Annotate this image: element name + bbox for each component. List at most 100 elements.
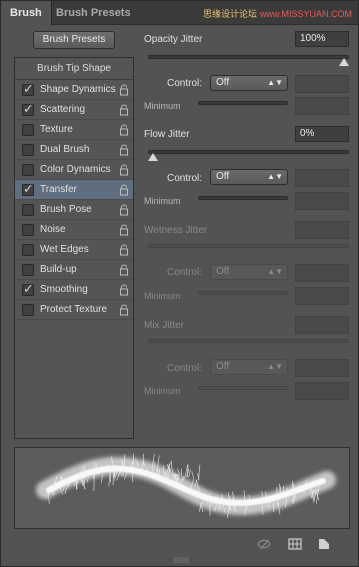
list-item-label: Texture — [40, 124, 73, 135]
mix-minimum-label: Minimum — [144, 386, 181, 396]
flow-minimum-value[interactable] — [295, 192, 349, 210]
opacity-control-select[interactable]: Off ▲▼ — [210, 75, 288, 91]
lock-icon[interactable] — [119, 244, 129, 256]
wetness-jitter-value — [295, 221, 349, 239]
checkbox[interactable]: ✓ — [22, 81, 34, 96]
brush-hair — [170, 460, 173, 473]
list-item-label: Wet Edges — [40, 244, 89, 255]
list-item-label: Brush Pose — [40, 204, 92, 215]
flow-jitter-value[interactable]: 0% — [295, 126, 349, 142]
list-item-dual-brush[interactable]: Dual Brush — [15, 140, 133, 160]
eye-toggle-icon[interactable] — [257, 537, 271, 551]
checkbox[interactable] — [22, 264, 34, 276]
brush-stroke-image — [36, 453, 336, 519]
checkbox[interactable] — [22, 304, 34, 316]
wetness-minimum-value — [295, 287, 349, 305]
list-item-brush-pose[interactable]: Brush Pose — [15, 200, 133, 220]
lock-icon[interactable] — [119, 224, 129, 236]
wetness-control-empty-box — [295, 264, 349, 282]
lock-icon[interactable] — [119, 204, 129, 216]
wetness-control-value: Off — [216, 266, 230, 277]
checkbox[interactable] — [22, 164, 34, 176]
wetness-jitter-label: Wetness Jitter — [144, 225, 208, 236]
checkbox[interactable]: ✓ — [22, 181, 34, 196]
flow-minimum-label: Minimum — [144, 196, 181, 206]
flow-minimum-slider[interactable] — [198, 196, 288, 200]
brush-hair — [177, 468, 181, 476]
watermark-url: www.MISSYUAN.COM — [259, 9, 352, 19]
chevron-updown-icon: ▲▼ — [267, 267, 283, 276]
list-item-build-up[interactable]: Build-up — [15, 260, 133, 280]
list-item-protect-texture[interactable]: Protect Texture — [15, 300, 133, 320]
lock-icon[interactable] — [119, 184, 129, 196]
list-item-scattering[interactable]: ✓ Scattering — [15, 100, 133, 120]
checkbox[interactable]: ✓ — [22, 101, 34, 116]
lock-icon[interactable] — [119, 124, 129, 136]
list-item-label: Dual Brush — [40, 144, 90, 155]
tab-brush[interactable]: Brush — [1, 1, 52, 26]
mix-control-select: Off ▲▼ — [210, 359, 288, 375]
flow-control-select[interactable]: Off ▲▼ — [210, 169, 288, 185]
list-item-label: Transfer — [40, 184, 77, 195]
mix-control-label: Control: — [167, 363, 203, 374]
wetness-jitter-slider — [148, 244, 349, 248]
opacity-jitter-value[interactable]: 100% — [295, 31, 349, 47]
list-item-color-dynamics[interactable]: Color Dynamics — [15, 160, 133, 180]
resize-grip-icon[interactable] — [173, 557, 189, 563]
lock-icon[interactable] — [119, 284, 129, 296]
lock-icon[interactable] — [119, 144, 129, 156]
checkbox[interactable] — [22, 204, 34, 216]
list-item-brush-tip-shape[interactable]: Brush Tip Shape — [15, 58, 133, 80]
lock-icon[interactable] — [119, 164, 129, 176]
checkbox[interactable] — [22, 224, 34, 236]
list-item-shape-dynamics[interactable]: ✓ Shape Dynamics — [15, 80, 133, 100]
list-item-label: Protect Texture — [40, 304, 108, 315]
checkbox[interactable] — [22, 144, 34, 156]
mix-minimum-value — [295, 382, 349, 400]
opacity-minimum-slider[interactable] — [198, 101, 288, 105]
lock-icon[interactable] — [119, 264, 129, 276]
lock-icon[interactable] — [119, 104, 129, 116]
opacity-minimum-value[interactable] — [295, 97, 349, 115]
checkmark-icon: ✓ — [23, 81, 34, 96]
mix-control-empty-box — [295, 359, 349, 377]
checkbox[interactable]: ✓ — [22, 281, 34, 296]
brush-presets-button[interactable]: Brush Presets — [33, 31, 115, 49]
lock-icon[interactable] — [119, 84, 129, 96]
flow-jitter-slider[interactable] — [148, 150, 349, 154]
wetness-control-label: Control: — [167, 267, 203, 278]
list-item-label: Smoothing — [40, 284, 88, 295]
brush-hair — [188, 469, 191, 478]
mix-control-value: Off — [216, 361, 230, 372]
brush-settings-list: Brush Tip Shape ✓ Shape Dynamics ✓ Scatteri… — [14, 57, 134, 439]
chevron-updown-icon: ▲▼ — [267, 362, 283, 371]
wetness-control-select: Off ▲▼ — [210, 264, 288, 280]
mix-jitter-value — [295, 316, 349, 334]
list-item-transfer[interactable]: ✓ Transfer — [15, 180, 133, 200]
chevron-updown-icon: ▲▼ — [267, 78, 283, 87]
checkbox[interactable] — [22, 124, 34, 136]
lock-icon[interactable] — [119, 304, 129, 316]
checkbox[interactable] — [22, 244, 34, 256]
mix-minimum-slider — [198, 386, 288, 390]
brush-stroke-preview — [14, 447, 350, 529]
opacity-jitter-slider[interactable] — [148, 55, 349, 59]
new-brush-icon[interactable] — [317, 537, 331, 551]
grid-icon[interactable] — [288, 537, 302, 551]
flow-jitter-slider-thumb[interactable] — [148, 153, 158, 161]
brush-hair — [198, 464, 201, 481]
list-item-label: Noise — [40, 224, 66, 235]
list-item-wet-edges[interactable]: Wet Edges — [15, 240, 133, 260]
list-item-label: Scattering — [40, 104, 86, 115]
list-item-smoothing[interactable]: ✓ Smoothing — [15, 280, 133, 300]
opacity-jitter-slider-thumb[interactable] — [339, 58, 349, 66]
checkmark-icon: ✓ — [23, 181, 34, 196]
chevron-updown-icon: ▲▼ — [267, 172, 283, 181]
flow-control-empty-box — [295, 169, 349, 187]
flow-control-label: Control: — [167, 173, 203, 184]
tab-bar: Brush Brush Presets 思缘设计论坛 www.MISSYUAN.C… — [1, 1, 358, 26]
list-item-texture[interactable]: Texture — [15, 120, 133, 140]
list-item-noise[interactable]: Noise — [15, 220, 133, 240]
bottom-toolbar — [1, 537, 358, 555]
tab-brush-presets[interactable]: Brush Presets — [47, 1, 140, 25]
